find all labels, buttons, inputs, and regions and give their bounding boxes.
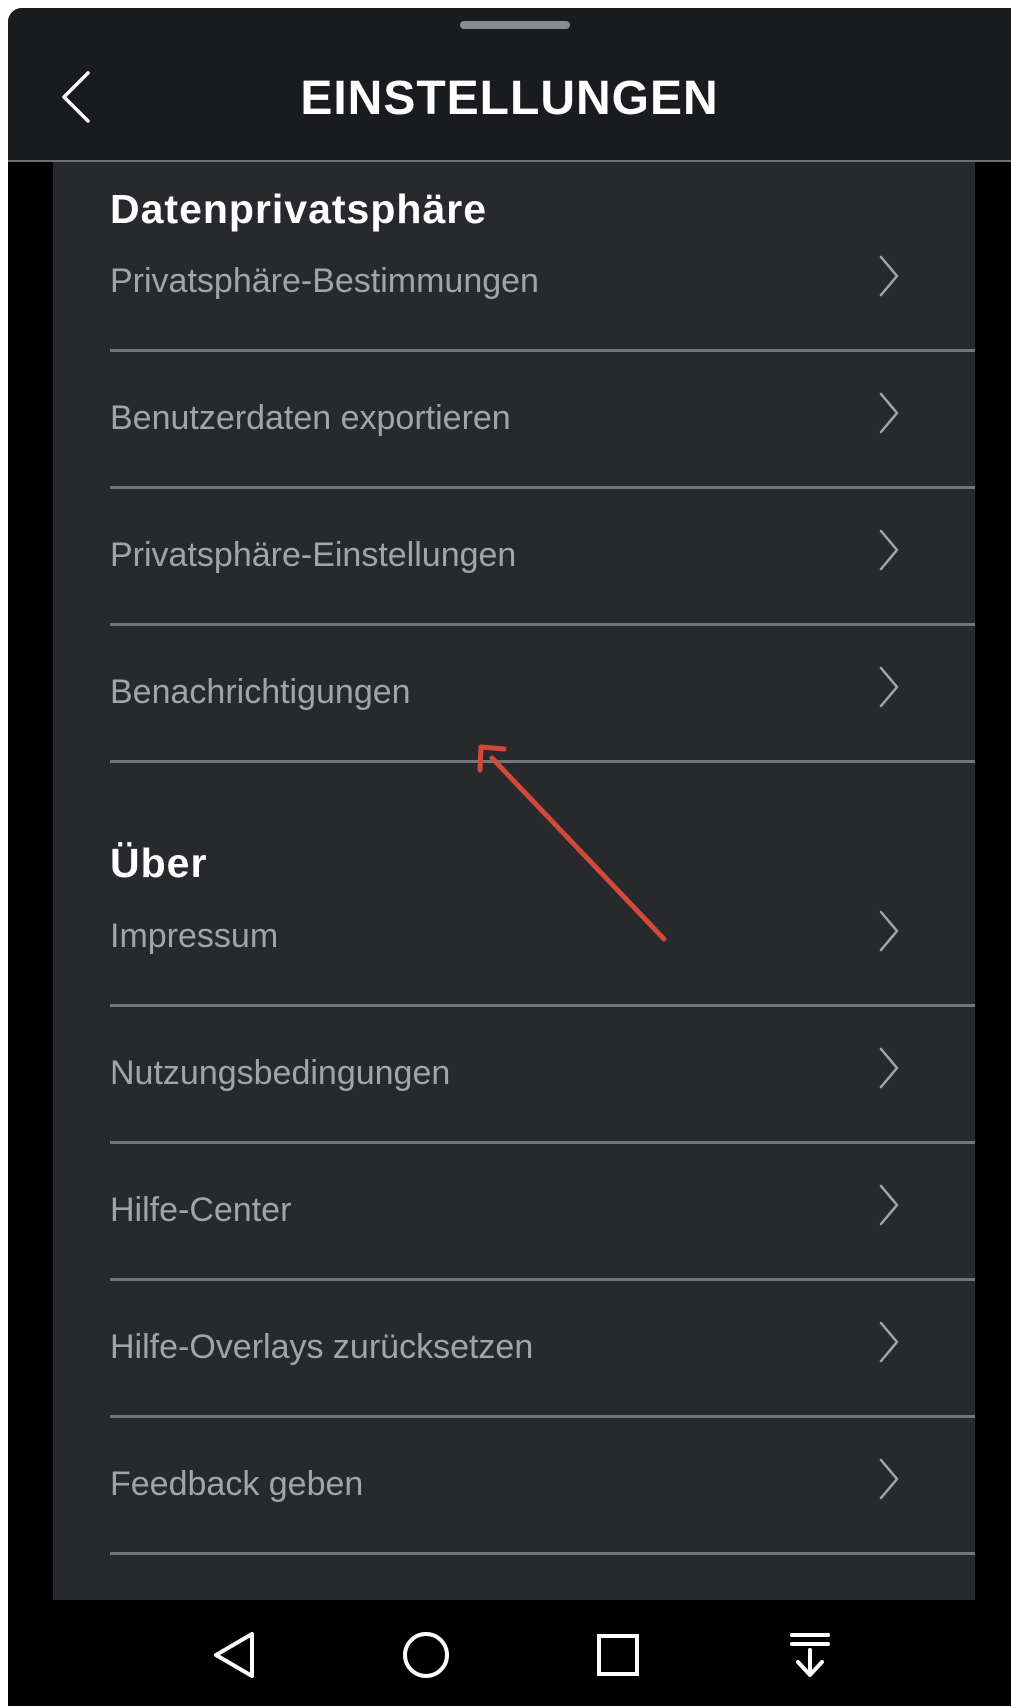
list-item-imprint[interactable]: Impressum bbox=[110, 871, 975, 1007]
chevron-right-icon bbox=[879, 1184, 899, 1226]
list-item-reset-help-overlays[interactable]: Hilfe-Overlays zurücksetzen bbox=[110, 1282, 975, 1418]
chevron-right-icon bbox=[879, 1458, 899, 1500]
phone-screen: EINSTELLUNGEN Datenprivatsphäre Privatsp… bbox=[8, 8, 1011, 1706]
top-app-bar: EINSTELLUNGEN bbox=[8, 8, 1011, 162]
list-item-label: Privatsphäre-Bestimmungen bbox=[110, 262, 539, 300]
back-triangle-icon bbox=[214, 1632, 254, 1678]
list-item-notifications[interactable]: Benachrichtigungen bbox=[110, 627, 975, 763]
list-item-help-center[interactable]: Hilfe-Center bbox=[110, 1145, 975, 1281]
nav-notifications-button[interactable] bbox=[775, 1620, 845, 1690]
list-item-privacy-policy[interactable]: Privatsphäre-Bestimmungen bbox=[110, 216, 975, 352]
page-title: EINSTELLUNGEN bbox=[300, 72, 719, 125]
nav-recents-button[interactable] bbox=[583, 1620, 653, 1690]
chevron-right-icon bbox=[879, 1321, 899, 1363]
chevron-right-icon bbox=[879, 255, 899, 297]
settings-list[interactable]: Datenprivatsphäre Privatsphäre-Bestimmun… bbox=[53, 162, 975, 1600]
list-item-label: Hilfe-Overlays zurücksetzen bbox=[110, 1328, 534, 1366]
home-circle-icon bbox=[403, 1632, 449, 1678]
nav-home-button[interactable] bbox=[391, 1620, 461, 1690]
chevron-right-icon bbox=[879, 666, 899, 708]
chevron-right-icon bbox=[879, 529, 899, 571]
nav-back-button[interactable] bbox=[199, 1620, 269, 1690]
list-item-give-feedback[interactable]: Feedback geben bbox=[110, 1419, 975, 1555]
list-item-export-user-data[interactable]: Benutzerdaten exportieren bbox=[110, 353, 975, 489]
chevron-right-icon bbox=[879, 910, 899, 952]
drag-handle[interactable] bbox=[460, 21, 570, 29]
list-item-privacy-settings[interactable]: Privatsphäre-Einstellungen bbox=[110, 490, 975, 626]
list-item-label: Impressum bbox=[110, 917, 279, 955]
list-item-terms-of-use[interactable]: Nutzungsbedingungen bbox=[110, 1008, 975, 1144]
notification-pull-down-icon bbox=[790, 1633, 830, 1677]
list-item-label: Nutzungsbedingungen bbox=[110, 1054, 451, 1092]
chevron-right-icon bbox=[879, 392, 899, 434]
system-navigation-bar bbox=[8, 1600, 1011, 1706]
recents-square-icon bbox=[597, 1634, 639, 1676]
list-item-label: Benachrichtigungen bbox=[110, 673, 411, 711]
list-item-label: Feedback geben bbox=[110, 1465, 364, 1503]
chevron-right-icon bbox=[879, 1047, 899, 1089]
list-item-label: Hilfe-Center bbox=[110, 1191, 292, 1229]
list-item-label: Benutzerdaten exportieren bbox=[110, 399, 511, 437]
list-item-label: Privatsphäre-Einstellungen bbox=[110, 536, 517, 574]
